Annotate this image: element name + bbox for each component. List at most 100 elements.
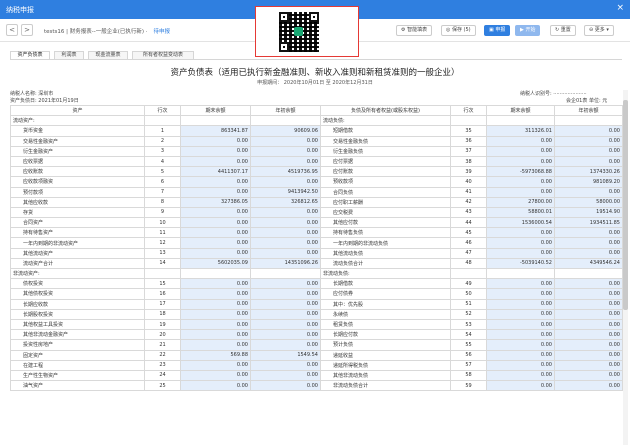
amount-cell[interactable]: 0.00 — [250, 369, 321, 382]
amount-cell[interactable]: 0.00 — [486, 247, 555, 259]
amount-cell[interactable]: 0.00 — [486, 288, 555, 300]
amount-cell[interactable]: 0.00 — [554, 237, 623, 249]
amount-cell[interactable]: 0.00 — [486, 278, 555, 290]
amount-cell[interactable]: 5602035.09 — [180, 257, 251, 270]
amount-cell[interactable]: 4411307.17 — [180, 166, 251, 178]
amount-cell[interactable]: 1374330.26 — [554, 166, 623, 178]
amount-cell[interactable]: 0.00 — [250, 227, 321, 239]
amount-cell[interactable]: 326812.65 — [250, 196, 321, 208]
smart-fill-button[interactable]: ⚙ 智能填表 — [396, 25, 433, 36]
amount-cell[interactable]: 0.00 — [554, 155, 623, 168]
amount-cell[interactable]: 9413942.50 — [250, 186, 321, 198]
amount-cell[interactable]: 1934511.85 — [554, 217, 623, 229]
amount-cell[interactable]: 0.00 — [250, 318, 321, 331]
amount-cell[interactable]: 19514.90 — [554, 206, 623, 219]
amount-cell[interactable]: 0.00 — [554, 349, 623, 361]
amount-cell[interactable]: -5039140.52 — [486, 257, 555, 270]
start-button[interactable]: ▶ 开始 — [515, 25, 541, 36]
amount-cell[interactable]: 0.00 — [554, 369, 623, 382]
declare-button[interactable]: ▣ 申报 — [484, 25, 511, 36]
amount-cell[interactable]: 0.00 — [180, 155, 251, 168]
amount-cell[interactable]: 0.00 — [180, 369, 251, 382]
amount-cell[interactable]: 0.00 — [486, 380, 555, 392]
amount-cell[interactable]: 0.00 — [554, 186, 623, 198]
amount-cell[interactable]: 0.00 — [180, 227, 251, 239]
amount-cell[interactable]: 0.00 — [180, 308, 251, 320]
amount-cell[interactable]: -5973068.88 — [486, 166, 555, 178]
amount-cell[interactable]: 0.00 — [486, 369, 555, 382]
amount-cell[interactable]: 0.00 — [250, 339, 321, 351]
amount-cell[interactable]: 0.00 — [180, 247, 251, 259]
amount-cell[interactable]: 0.00 — [486, 135, 555, 147]
scrollbar-thumb[interactable] — [623, 100, 628, 310]
amount-cell[interactable]: 0.00 — [180, 339, 251, 351]
amount-cell[interactable]: 0.00 — [486, 349, 555, 361]
amount-cell[interactable]: 0.00 — [180, 135, 251, 147]
amount-cell[interactable]: 0.00 — [250, 247, 321, 259]
amount-cell[interactable]: 0.00 — [554, 227, 623, 239]
amount-cell[interactable]: 0.00 — [250, 155, 321, 168]
amount-cell[interactable]: 0.00 — [250, 288, 321, 300]
save-button[interactable]: ◎ 保存 (5) — [441, 25, 476, 36]
amount-cell[interactable]: 863341.87 — [180, 125, 251, 137]
amount-cell[interactable]: 0.00 — [554, 298, 623, 310]
amount-cell[interactable]: 0.00 — [250, 308, 321, 320]
amount-cell[interactable]: 0.00 — [180, 329, 251, 341]
amount-cell[interactable]: 0.00 — [554, 359, 623, 371]
amount-cell[interactable]: 0.00 — [486, 329, 555, 341]
amount-cell[interactable]: 0.00 — [486, 339, 555, 351]
amount-cell[interactable]: 569.88 — [180, 349, 251, 361]
amount-cell[interactable]: 0.00 — [180, 176, 251, 188]
amount-cell[interactable]: 58800.01 — [486, 206, 555, 219]
amount-cell[interactable]: 0.00 — [180, 278, 251, 290]
amount-cell[interactable]: 4349546.24 — [554, 257, 623, 270]
amount-cell[interactable]: 0.00 — [250, 380, 321, 392]
amount-cell[interactable]: 0.00 — [180, 145, 251, 157]
amount-cell[interactable]: 0.00 — [250, 176, 321, 188]
amount-cell[interactable]: 0.00 — [180, 298, 251, 310]
amount-cell[interactable]: 1536000.54 — [486, 217, 555, 229]
amount-cell[interactable]: 0.00 — [554, 135, 623, 147]
amount-cell[interactable]: 0.00 — [250, 329, 321, 341]
amount-cell[interactable]: 0.00 — [486, 186, 555, 198]
amount-cell[interactable]: 0.00 — [554, 318, 623, 331]
amount-cell[interactable]: 0.00 — [554, 308, 623, 320]
amount-cell[interactable]: 58000.00 — [554, 196, 623, 208]
amount-cell[interactable]: 0.00 — [250, 217, 321, 229]
more-button[interactable]: ⊖ 更多 ▾ — [584, 25, 614, 36]
amount-cell[interactable]: 0.00 — [180, 206, 251, 219]
amount-cell[interactable]: 0.00 — [250, 135, 321, 147]
amount-cell[interactable]: 0.00 — [486, 176, 555, 188]
amount-cell[interactable]: 27800.00 — [486, 196, 555, 208]
amount-cell[interactable]: 0.00 — [250, 298, 321, 310]
amount-cell[interactable]: 0.00 — [250, 278, 321, 290]
amount-cell[interactable]: 0.00 — [180, 359, 251, 371]
vertical-scrollbar[interactable] — [623, 90, 628, 445]
amount-cell[interactable]: 0.00 — [554, 380, 623, 392]
forward-button[interactable]: > — [21, 24, 33, 36]
amount-cell[interactable]: 0.00 — [554, 278, 623, 290]
amount-cell[interactable]: 0.00 — [554, 145, 623, 157]
amount-cell[interactable]: 0.00 — [180, 318, 251, 331]
amount-cell[interactable]: 981089.20 — [554, 176, 623, 188]
amount-cell[interactable]: 327386.05 — [180, 196, 251, 208]
back-button[interactable]: < — [6, 24, 18, 36]
amount-cell[interactable]: 0.00 — [486, 237, 555, 249]
amount-cell[interactable]: 0.00 — [250, 237, 321, 249]
amount-cell[interactable]: 0.00 — [554, 339, 623, 351]
close-icon[interactable]: × — [616, 3, 624, 13]
amount-cell[interactable]: 4519736.95 — [250, 166, 321, 178]
amount-cell[interactable]: 0.00 — [554, 288, 623, 300]
amount-cell[interactable]: 0.00 — [486, 359, 555, 371]
amount-cell[interactable]: 90609.06 — [250, 125, 321, 137]
amount-cell[interactable]: 0.00 — [554, 329, 623, 341]
amount-cell[interactable]: 0.00 — [180, 380, 251, 392]
amount-cell[interactable]: 0.00 — [486, 318, 555, 331]
amount-cell[interactable]: 14351096.26 — [250, 257, 321, 270]
amount-cell[interactable]: 0.00 — [486, 227, 555, 239]
amount-cell[interactable]: 0.00 — [180, 288, 251, 300]
amount-cell[interactable]: 0.00 — [486, 155, 555, 168]
amount-cell[interactable]: 0.00 — [554, 125, 623, 137]
amount-cell[interactable]: 0.00 — [250, 206, 321, 219]
reset-button[interactable]: ↻ 重置 — [550, 25, 576, 36]
